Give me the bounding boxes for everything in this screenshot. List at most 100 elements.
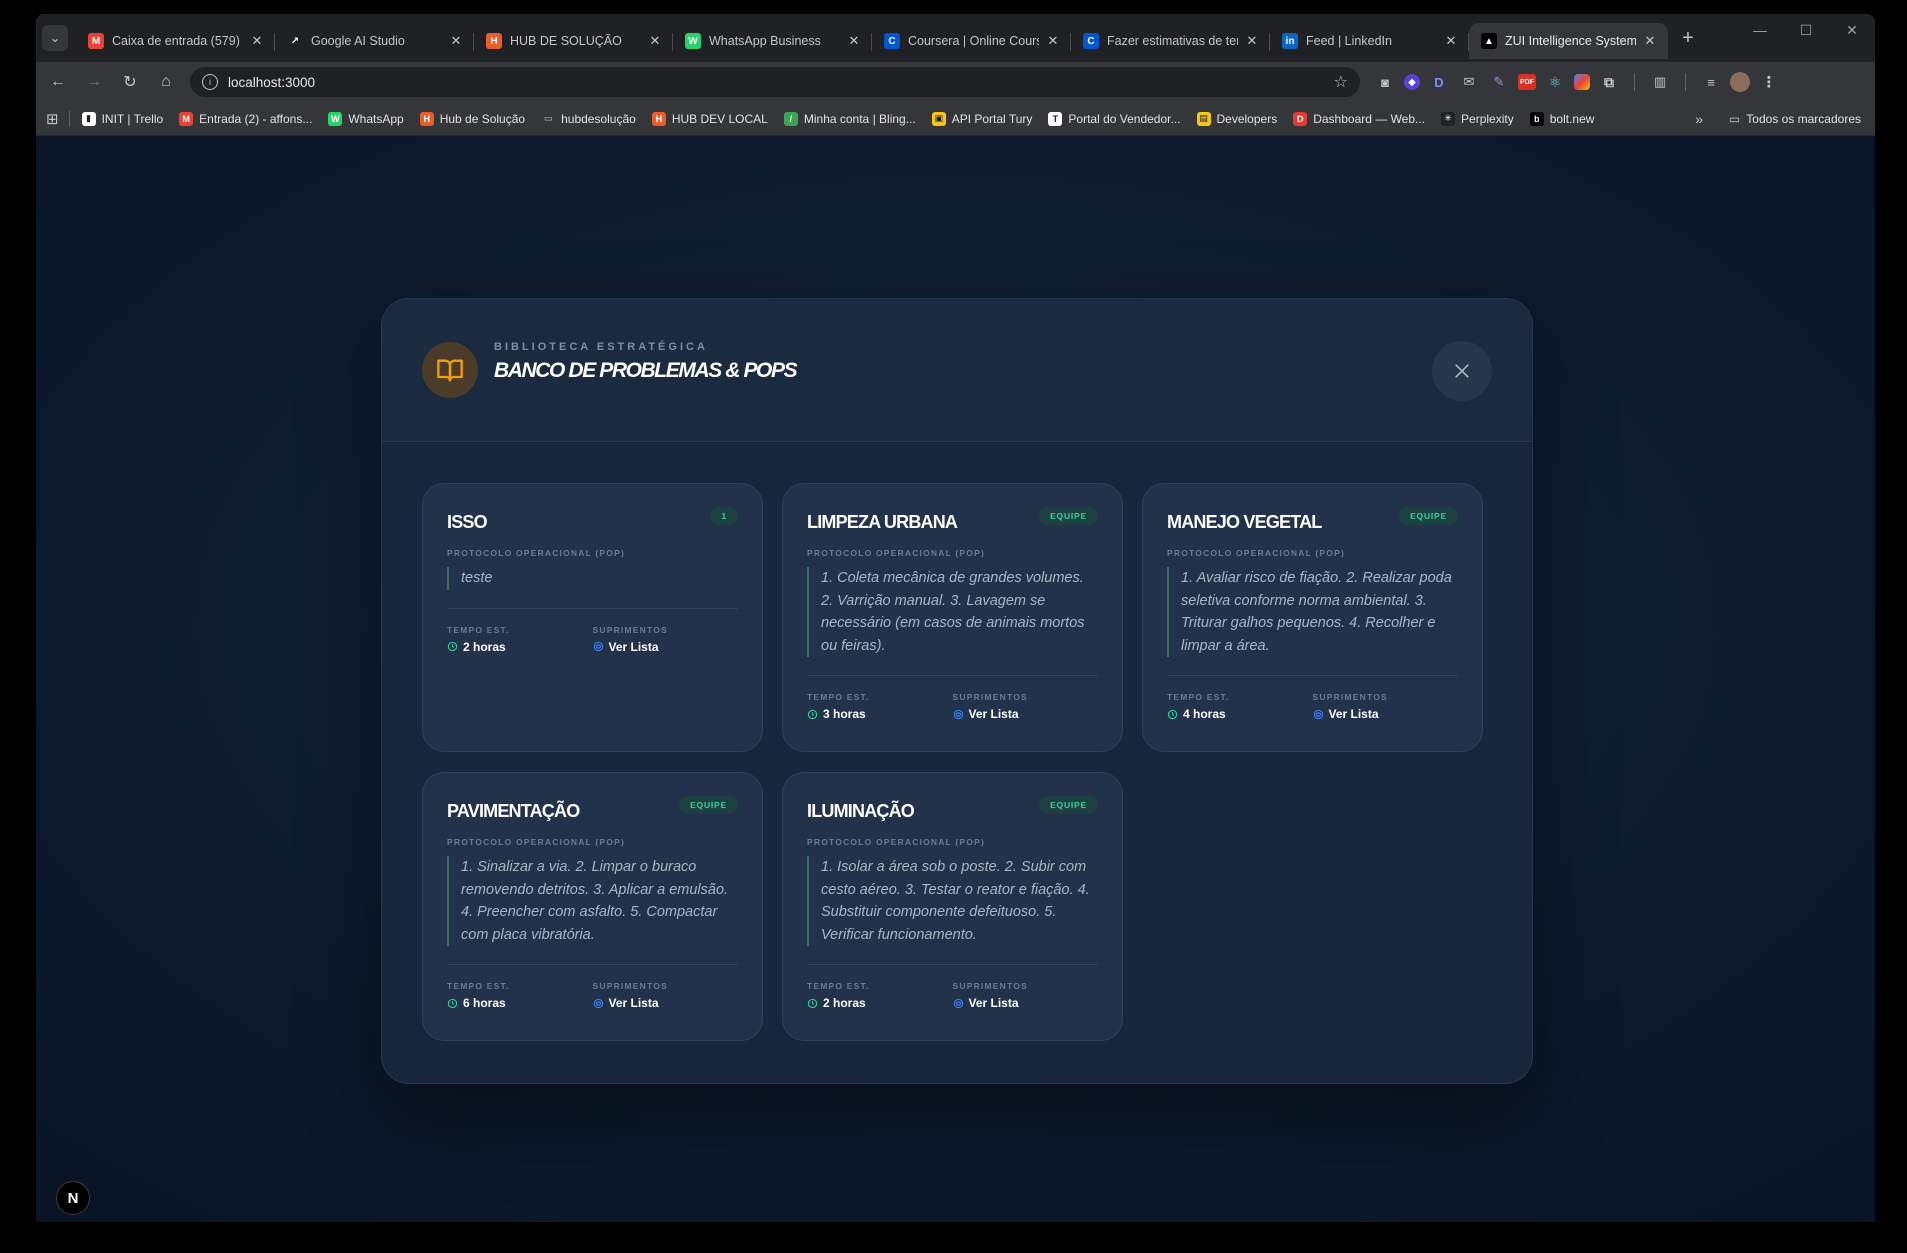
browser-tab[interactable]: W WhatsApp Business ✕ xyxy=(673,23,872,59)
site-info-icon[interactable]: i xyxy=(202,74,218,90)
pop-label: PROTOCOLO OPERACIONAL (POP) xyxy=(1167,548,1346,558)
bookmark-item[interactable]: / Minha conta | Bling... xyxy=(783,111,916,126)
problem-card[interactable]: PAVIMENTAÇÃO EQUIPE PROTOCOLO OPERACIONAL … xyxy=(422,772,763,1041)
bookmark-item[interactable]: H Hub de Solução xyxy=(419,111,525,126)
tab-close-icon[interactable]: ✕ xyxy=(1642,33,1658,49)
time-value-row: 2 horas xyxy=(447,640,593,654)
forward-button[interactable]: → xyxy=(76,66,112,98)
feather-extension-icon[interactable]: ✎ xyxy=(1488,71,1510,93)
all-bookmarks-folder[interactable]: ▭ Todos os marcadores xyxy=(1729,112,1861,126)
tab-close-icon[interactable]: ✕ xyxy=(647,33,663,49)
new-tab-button[interactable]: + xyxy=(1674,24,1702,52)
toolbar-separator xyxy=(1634,73,1635,91)
react-extension-icon[interactable]: ⚛ xyxy=(1544,71,1566,93)
bookmark-item[interactable]: T Portal do Vendedor... xyxy=(1048,111,1181,126)
color-extension-icon[interactable] xyxy=(1574,74,1590,90)
card-divider xyxy=(447,607,738,609)
close-icon xyxy=(1455,364,1469,378)
reload-button[interactable]: ↻ xyxy=(112,66,148,98)
tab-close-icon[interactable]: ✕ xyxy=(1045,33,1061,49)
browser-tab[interactable]: ↗ Google AI Studio ✕ xyxy=(275,23,474,59)
close-modal-button[interactable] xyxy=(1432,341,1492,401)
supplies-link[interactable]: Ver Lista xyxy=(593,640,739,654)
bookmark-label: Developers xyxy=(1216,111,1278,126)
pop-label: PROTOCOLO OPERACIONAL (POP) xyxy=(807,837,986,847)
time-value: 4 horas xyxy=(1183,707,1226,721)
bookmark-item[interactable]: ▤ Developers xyxy=(1196,111,1278,126)
minimize-icon[interactable]: — xyxy=(1737,14,1783,46)
pop-label: PROTOCOLO OPERACIONAL (POP) xyxy=(807,548,986,558)
chat-extension-icon[interactable]: ✉ xyxy=(1458,71,1480,93)
problem-card[interactable]: ISSO 1 PROTOCOLO OPERACIONAL (POP) teste TEM… xyxy=(422,483,763,752)
modal-title: BANCO DE PROBLEMAS & POPS xyxy=(494,359,798,382)
problem-card[interactable]: LIMPEZA URBANA EQUIPE PROTOCOLO OPERACIONA… xyxy=(782,483,1123,752)
bookmark-item[interactable]: H HUB DEV LOCAL xyxy=(651,111,768,126)
bookmark-item[interactable]: D Dashboard — Web... xyxy=(1293,111,1425,126)
maximize-icon[interactable]: ☐ xyxy=(1783,14,1829,46)
browser-tab[interactable]: in Feed | LinkedIn ✕ xyxy=(1270,23,1469,59)
vercel-icon: ▲ xyxy=(1481,33,1497,49)
media-control-icon[interactable]: ≡ xyxy=(1700,71,1722,93)
side-panel-icon[interactable]: ▥ xyxy=(1649,71,1671,93)
browser-tab[interactable]: ▲ ZUI Intelligence System ✕ xyxy=(1469,23,1668,59)
menu-kebab-icon[interactable]: ⋮ xyxy=(1758,71,1780,93)
hub-icon: H xyxy=(651,111,666,126)
supplies-label: SUPRIMENTOS xyxy=(952,692,1028,702)
apps-grid-icon[interactable]: ⊞ xyxy=(46,110,59,128)
browser-tab[interactable]: H HUB DE SOLUÇÃO ✕ xyxy=(474,23,673,59)
bookmark-item[interactable]: M Entrada (2) - affons... xyxy=(179,111,312,126)
bookmark-star-icon[interactable]: ☆ xyxy=(1334,72,1348,92)
card-divider xyxy=(447,964,738,965)
nextjs-dev-badge[interactable]: N xyxy=(56,1181,90,1215)
package-icon xyxy=(1313,709,1323,719)
problems-modal: BIBLIOTECA ESTRATÉGICA BANCO DE PROBLEMA… xyxy=(381,298,1533,1084)
tab-title: Caixa de entrada (579) - xyxy=(112,34,243,48)
folder-icon: ▭ xyxy=(1728,111,1741,126)
bookmark-item[interactable]: ▣ API Portal Tury xyxy=(931,111,1032,126)
problem-card[interactable]: ILUMINAÇÃO EQUIPE PROTOCOLO OPERACIONAL (P… xyxy=(782,772,1123,1041)
tab-close-icon[interactable]: ✕ xyxy=(1443,33,1459,49)
status-badge: EQUIPE xyxy=(1039,796,1098,814)
coursera-icon: C xyxy=(884,33,900,49)
diamond-extension-icon[interactable]: ◆ xyxy=(1404,74,1420,90)
close-window-icon[interactable]: ✕ xyxy=(1829,14,1875,46)
supplies: SUPRIMENTOS Ver Lista xyxy=(593,981,739,1010)
puzzle-extensions-icon[interactable]: ⧉ xyxy=(1598,71,1620,93)
tab-list: M Caixa de entrada (579) - ✕ ↗ Google AI St… xyxy=(76,14,1668,62)
tab-strip: ⌄ M Caixa de entrada (579) - ✕ ↗ Google AI … xyxy=(36,14,1875,62)
all-bookmarks-label: Todos os marcadores xyxy=(1746,111,1861,126)
tab-close-icon[interactable]: ✕ xyxy=(846,33,862,49)
d-extension-icon[interactable]: D xyxy=(1428,71,1450,93)
bookmark-label: Portal do Vendedor... xyxy=(1068,111,1181,126)
bookmark-item[interactable]: ▭ hubdesolução xyxy=(541,112,636,126)
ai-studio-icon: ↗ xyxy=(287,33,303,49)
profile-avatar[interactable] xyxy=(1730,72,1750,92)
camera-extension-icon[interactable]: ◙ xyxy=(1374,71,1396,93)
supplies: SUPRIMENTOS Ver Lista xyxy=(953,692,1099,721)
more-bookmarks-icon[interactable]: » xyxy=(1695,111,1703,127)
pdf-extension-icon[interactable]: PDF xyxy=(1518,74,1536,90)
browser-tab[interactable]: M Caixa de entrada (579) - ✕ xyxy=(76,23,275,59)
bookmark-item[interactable]: ▮ INIT | Trello xyxy=(81,111,163,126)
browser-tab[interactable]: C Fazer estimativas de ter ✕ xyxy=(1071,23,1270,59)
tab-close-icon[interactable]: ✕ xyxy=(1244,33,1260,49)
problem-card[interactable]: MANEJO VEGETAL EQUIPE PROTOCOLO OPERACIONA… xyxy=(1142,483,1483,752)
tab-close-icon[interactable]: ✕ xyxy=(249,33,265,49)
browser-tab[interactable]: C Coursera | Online Cours ✕ xyxy=(872,23,1071,59)
supplies-link[interactable]: Ver Lista xyxy=(593,996,739,1010)
extensions-row: ◙ ◆ D ✉ ✎ PDF ⚛ ⧉ ▥ ≡ ⋮ xyxy=(1374,71,1780,93)
bookmark-item[interactable]: b bolt.new xyxy=(1529,111,1594,126)
home-button[interactable]: ⌂ xyxy=(148,66,184,98)
time-value-row: 4 horas xyxy=(1167,707,1313,721)
back-button[interactable]: ← xyxy=(40,66,76,98)
bookmark-item[interactable]: W WhatsApp xyxy=(328,111,404,126)
url-text: localhost:3000 xyxy=(228,74,316,90)
bookmarks-separator xyxy=(68,110,70,127)
supplies-link[interactable]: Ver Lista xyxy=(953,996,1099,1010)
tab-close-icon[interactable]: ✕ xyxy=(448,33,464,49)
supplies-link[interactable]: Ver Lista xyxy=(953,707,1099,721)
tab-search-button[interactable]: ⌄ xyxy=(42,25,68,51)
bookmark-item[interactable]: ✳ Perplexity xyxy=(1441,111,1514,126)
address-bar[interactable]: i localhost:3000 ☆ xyxy=(190,67,1360,97)
supplies-link[interactable]: Ver Lista xyxy=(1313,707,1459,721)
